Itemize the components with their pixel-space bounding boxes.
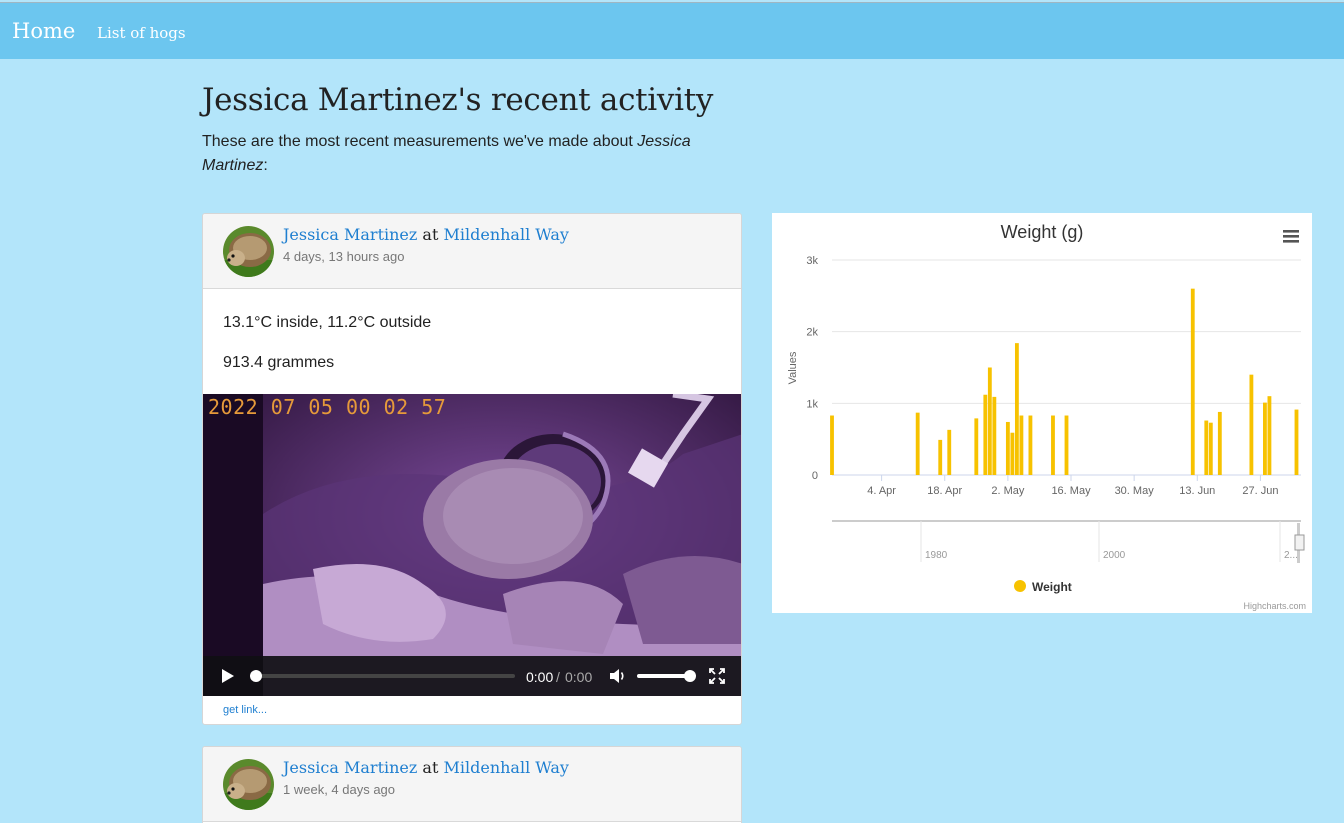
weight-bar — [992, 396, 997, 475]
weight-chart: Weight (g) 0 1k 2k 3k Values 4. Apr 18. Apr 2. M… — [772, 213, 1312, 613]
weight-bar — [1263, 402, 1267, 475]
time-ago: 4 days, 13 hours ago — [283, 249, 405, 264]
weight-bar — [1051, 415, 1055, 475]
chart-title: Weight (g) — [1001, 222, 1084, 242]
weight-bar — [1028, 415, 1033, 475]
weight-bar — [1190, 288, 1195, 475]
video-player[interactable]: 2022 07 05 00 02 57 0:00 / 0:00 — [203, 394, 741, 696]
navigator-label: 1980 — [925, 550, 948, 561]
x-tick-label: 16. May — [1051, 485, 1091, 497]
weight-bar — [1064, 415, 1069, 475]
card-title: Jessica Martinez at Mildenhall Way — [283, 225, 569, 244]
navigator-label: 2... — [1284, 550, 1298, 561]
y-axis-title: Values — [787, 351, 799, 384]
x-tick-label: 4. Apr — [867, 485, 896, 497]
legend-item[interactable]: Weight — [1032, 580, 1072, 594]
home-link[interactable]: Home — [12, 19, 75, 43]
volume-icon[interactable] — [609, 668, 627, 689]
weight-bar — [1217, 411, 1222, 475]
location-link[interactable]: Mildenhall Way — [443, 758, 568, 777]
play-icon[interactable] — [221, 668, 235, 689]
time-ago: 1 week, 4 days ago — [283, 782, 396, 797]
duration: 0:00 — [565, 669, 593, 685]
current-time: 0:00 — [526, 669, 554, 685]
weight-bar — [938, 439, 943, 475]
page-title: Jessica Martinez's recent activity — [202, 82, 714, 118]
weight-bar — [1267, 396, 1272, 475]
card-header: Jessica Martinez at Mildenhall Way 1 wee… — [203, 747, 741, 822]
weight-bar — [1010, 432, 1015, 475]
fullscreen-icon[interactable] — [709, 668, 725, 689]
location-link[interactable]: Mildenhall Way — [443, 225, 568, 244]
volume-slider[interactable] — [637, 674, 689, 678]
legend-symbol — [1014, 580, 1026, 592]
video-frame — [203, 394, 741, 696]
progress-bar[interactable] — [251, 674, 515, 678]
weight-bar — [1294, 409, 1299, 475]
progress-handle[interactable] — [250, 670, 262, 682]
hedgehog-avatar — [223, 226, 274, 277]
activity-card: Jessica Martinez at Mildenhall Way 4 day… — [202, 213, 742, 725]
y-tick-label: 3k — [806, 255, 818, 267]
x-tick-label: 27. Jun — [1242, 485, 1278, 497]
weight-bar — [830, 415, 834, 475]
card-header: Jessica Martinez at Mildenhall Way 4 day… — [203, 214, 741, 289]
weight-bar — [947, 429, 952, 475]
x-tick-label: 2. May — [991, 485, 1025, 497]
weight-bar — [1208, 422, 1213, 475]
hog-name-link[interactable]: Jessica Martinez — [283, 758, 417, 777]
card-body: 13.1°C inside, 11.2°C outside 913.4 gram… — [203, 289, 741, 394]
y-tick-label: 1k — [806, 398, 818, 410]
weight-bar — [974, 418, 979, 475]
intro-prefix: These are the most recent measurements w… — [202, 133, 638, 150]
credits: Highcharts.com — [1243, 601, 1306, 611]
x-tick-label: 30. May — [1115, 485, 1155, 497]
navbar: Home List of hogs — [0, 2, 1344, 59]
hamburger-icon[interactable] — [1283, 230, 1299, 243]
navigator-label: 2000 — [1103, 550, 1126, 561]
y-tick-label: 0 — [812, 470, 818, 482]
weight-bar — [1204, 420, 1209, 475]
y-tick-label: 2k — [806, 327, 818, 339]
at-text: at — [422, 758, 439, 777]
time-separator: / — [556, 669, 560, 685]
weight-bar — [1014, 343, 1019, 475]
temperature-text: 13.1°C inside, 11.2°C outside — [223, 314, 432, 331]
video-controls: 0:00 / 0:00 — [203, 656, 741, 696]
chart-svg: Weight (g) 0 1k 2k 3k Values 4. Apr 18. Apr 2. M… — [787, 222, 1306, 611]
navigator-handle[interactable] — [1294, 534, 1305, 551]
list-of-hogs-link[interactable]: List of hogs — [97, 24, 186, 42]
weight-bar — [1249, 374, 1254, 475]
weight-bar — [1005, 421, 1010, 475]
x-tick-label: 13. Jun — [1179, 485, 1215, 497]
weight-bar — [915, 412, 920, 475]
hedgehog-avatar — [223, 759, 274, 810]
at-text: at — [422, 225, 439, 244]
card-title: Jessica Martinez at Mildenhall Way — [283, 758, 569, 777]
activity-card: Jessica Martinez at Mildenhall Way 1 wee… — [202, 746, 742, 823]
weight-text: 913.4 grammes — [223, 354, 335, 371]
weight-bar — [987, 367, 992, 475]
intro-suffix: : — [263, 157, 268, 174]
video-timestamp: 2022 07 05 00 02 57 — [208, 395, 447, 419]
weight-bar — [983, 394, 988, 475]
volume-handle[interactable] — [684, 670, 696, 682]
intro-text: These are the most recent measurements w… — [202, 130, 722, 178]
x-tick-label: 18. Apr — [927, 485, 962, 497]
weight-bar — [1019, 415, 1024, 475]
get-link[interactable]: get link... — [223, 704, 267, 716]
hog-name-link[interactable]: Jessica Martinez — [283, 225, 417, 244]
